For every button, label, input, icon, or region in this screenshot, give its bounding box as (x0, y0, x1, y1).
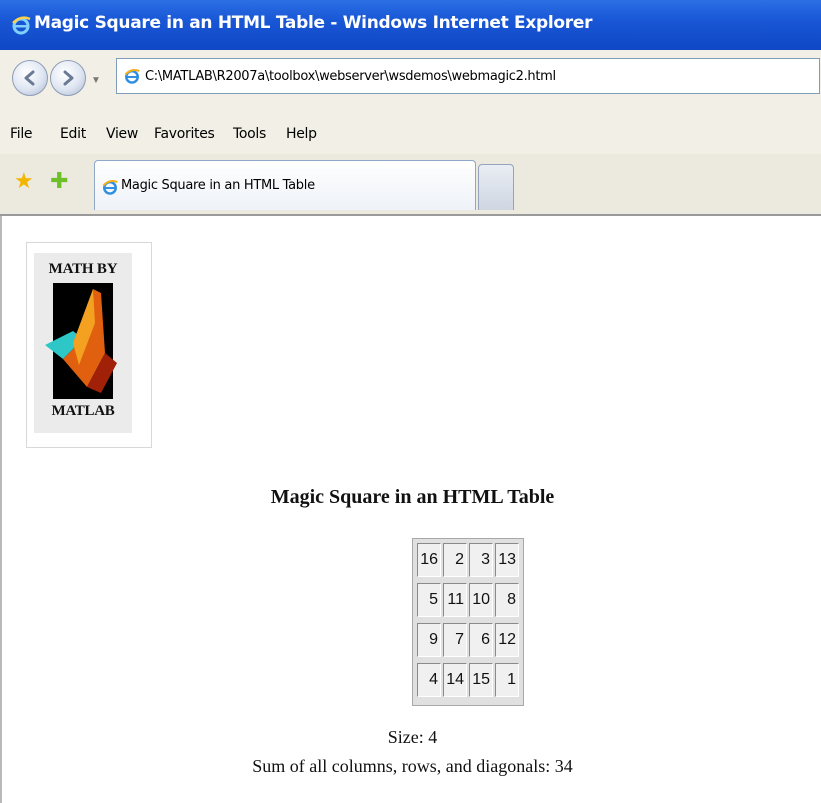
math-by-matlab-logo: MATH BY MATLAB (26, 242, 152, 448)
table-cell: 14 (443, 663, 467, 697)
magic-square-table: 16 2 3 13 5 11 10 8 9 7 6 12 4 14 15 1 (412, 538, 524, 706)
table-cell: 4 (417, 663, 441, 697)
menu-bar: File Edit View Favorites Tools Help (0, 116, 821, 155)
menu-view[interactable]: View (106, 126, 138, 142)
table-cell: 11 (443, 583, 467, 617)
favorites-star-icon[interactable]: ★ (14, 168, 34, 194)
forward-button[interactable] (50, 60, 86, 96)
table-cell: 5 (417, 583, 441, 617)
table-cell: 13 (495, 543, 519, 577)
page-content: MATH BY MATLAB Magic Square in an HTML T… (0, 216, 821, 803)
window-title: Magic Square in an HTML Table - Windows … (34, 13, 593, 33)
table-cell: 1 (495, 663, 519, 697)
new-tab-button[interactable] (478, 164, 514, 210)
table-cell: 15 (469, 663, 493, 697)
history-dropdown-icon[interactable]: ▼ (91, 75, 101, 86)
tab-magic-square[interactable]: Magic Square in an HTML Table (94, 160, 476, 210)
menu-file[interactable]: File (10, 126, 33, 142)
page-ie-icon (123, 67, 141, 90)
logo-panel: MATH BY MATLAB (34, 253, 132, 433)
back-arrow-icon (24, 70, 35, 86)
table-cell: 8 (495, 583, 519, 617)
table-cell: 16 (417, 543, 441, 577)
table-cell: 9 (417, 623, 441, 657)
menu-favorites[interactable]: Favorites (154, 126, 215, 142)
size-text: Size: 4 (387, 727, 438, 747)
table-cell: 3 (469, 543, 493, 577)
matlab-membrane-icon (45, 283, 117, 399)
address-url: C:\MATLAB\R2007a\toolbox\webserver\wsdem… (145, 69, 556, 84)
menu-edit[interactable]: Edit (60, 126, 86, 142)
ie-logo-icon (10, 14, 32, 36)
table-cell: 12 (495, 623, 519, 657)
back-button[interactable] (12, 60, 48, 96)
table-cell: 10 (469, 583, 493, 617)
tab-ie-icon (101, 178, 119, 201)
table-cell: 2 (443, 543, 467, 577)
page-heading: Magic Square in an HTML Table (270, 486, 555, 508)
address-bar[interactable]: C:\MATLAB\R2007a\toolbox\webserver\wsdem… (116, 58, 820, 94)
menu-help[interactable]: Help (286, 126, 317, 142)
sum-text: Sum of all columns, rows, and diagonals:… (252, 756, 573, 776)
add-favorite-icon[interactable]: ✚ (50, 168, 68, 194)
window-titlebar[interactable]: Magic Square in an HTML Table - Windows … (0, 0, 821, 50)
forward-arrow-icon (63, 70, 74, 86)
logo-bottom-text: MATLAB (51, 403, 115, 419)
table-cell: 6 (469, 623, 493, 657)
logo-top-text: MATH BY (48, 261, 118, 277)
menu-tools[interactable]: Tools (233, 126, 266, 142)
address-toolbar: ▼ C:\MATLAB\R2007a\toolbox\webserver\wsd… (0, 50, 821, 117)
tab-label: Magic Square in an HTML Table (121, 178, 315, 193)
table-cell: 7 (443, 623, 467, 657)
tab-bar: ★ ✚ Magic Square in an HTML Table (0, 154, 821, 216)
